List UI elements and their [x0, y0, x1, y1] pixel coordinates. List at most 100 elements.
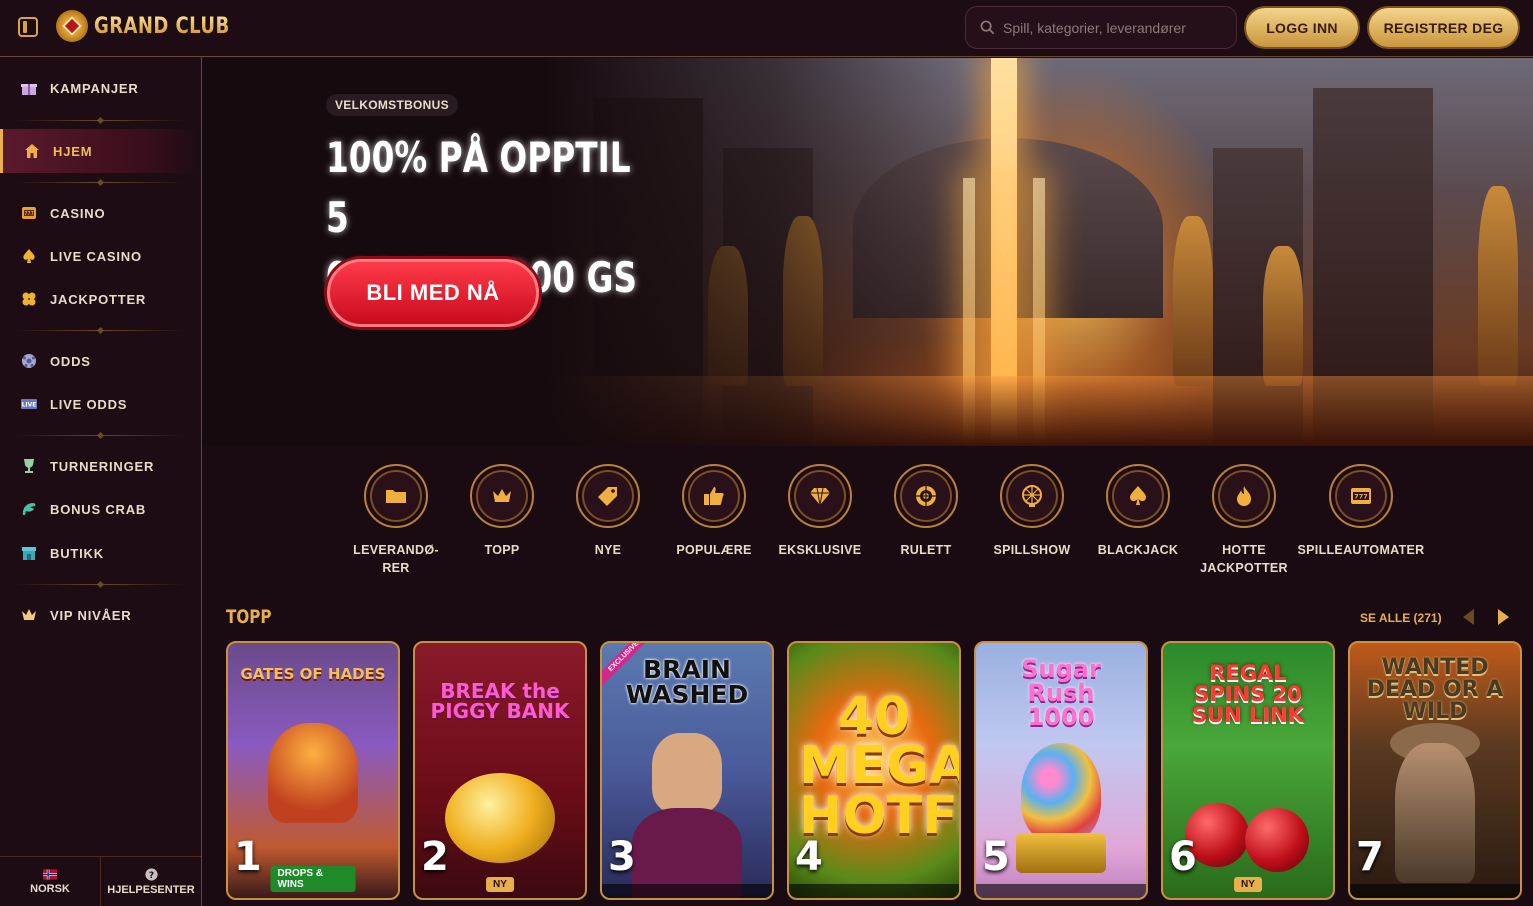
live-icon: LIVE — [20, 395, 38, 413]
category-hotte-jackpotter[interactable]: HOTTE JACKPOTTER — [1189, 464, 1299, 577]
category-label: SPILLSHOW — [993, 543, 1071, 557]
game-card[interactable]: REGAL SPINS 20 SUN LINK 6 NY — [1161, 641, 1335, 900]
divider — [16, 584, 184, 585]
category-label: POPULÆRE — [676, 543, 752, 557]
sidebar-item-vip-nivaer[interactable]: VIP NIVÅER — [0, 593, 200, 637]
sidebar-item-jackpotter[interactable]: JACKPOTTER — [0, 277, 200, 321]
sidebar-item-bonus-crab[interactable]: BONUS CRAB — [0, 487, 200, 531]
sidebar-item-label: JACKPOTTER — [50, 291, 147, 307]
game-badge: NY — [1234, 877, 1262, 892]
crown-icon — [20, 606, 38, 624]
search-box[interactable] — [965, 6, 1237, 49]
sidebar-toggle-icon[interactable] — [18, 17, 38, 37]
category-label: RULETT — [900, 543, 952, 557]
wheel-icon — [1000, 464, 1064, 528]
category-rulett[interactable]: RULETT — [871, 464, 981, 559]
game-art — [1016, 833, 1106, 873]
category-eksklusive[interactable]: EKSKLUSIVE — [765, 464, 875, 559]
svg-text:777: 777 — [24, 211, 34, 217]
sidebar-item-live-casino[interactable]: LIVE CASINO — [0, 234, 200, 278]
category-label: BLACKJACK — [1097, 543, 1179, 557]
game-card[interactable]: BREAK the PIGGY BANK 2 NY — [413, 641, 587, 900]
category-label-line: JACKPOTTER — [1200, 561, 1288, 575]
sidebar-item-label: LIVE CASINO — [50, 248, 142, 264]
hero-banner[interactable]: VELKOMSTBONUS 100% PÅ OPPTIL 5 000 KR + … — [203, 58, 1533, 446]
section-title: TOPP — [226, 606, 272, 628]
statue — [1478, 186, 1518, 386]
prev-arrow-icon[interactable] — [1463, 609, 1474, 625]
sidebar-item-hjem[interactable]: HJEM — [0, 129, 200, 173]
sidebar-item-label: CASINO — [50, 205, 106, 221]
crab-claw-icon — [20, 500, 38, 518]
register-button[interactable]: REGISTRER DEG — [1367, 6, 1520, 49]
category-spillshow[interactable]: SPILLSHOW — [977, 464, 1087, 559]
game-title: BREAK the PIGGY BANK — [430, 679, 570, 723]
game-art — [268, 723, 358, 823]
game-card[interactable]: 40 MEGA HOTFIRE 4 — [787, 641, 961, 900]
top-bar: GRAND CLUB LOGG INN REGISTRER DEG — [0, 0, 1533, 57]
game-art — [652, 733, 722, 813]
sidebar: KAMPANJER HJEM 777 CASINO LIVE CASINO JA… — [0, 57, 202, 906]
category-label: SPILLEAUTOMATER — [1297, 543, 1425, 557]
statue — [1173, 216, 1213, 386]
sidebar-item-label: VIP NIVÅER — [50, 607, 132, 623]
game-rank: 3 — [608, 834, 636, 880]
sidebar-item-label: HJEM — [53, 143, 93, 159]
shop-icon — [20, 544, 38, 562]
game-title: 40 MEGA HOTFIRE — [799, 687, 961, 846]
category-label: NYE — [594, 543, 622, 557]
trophy-icon — [20, 457, 38, 475]
next-arrow-icon[interactable] — [1498, 609, 1509, 625]
sidebar-footer: NORSK ? HJELPESENTER — [0, 856, 201, 906]
sidebar-item-live-odds[interactable]: LIVE LIVE ODDS — [0, 382, 200, 426]
card-footer — [976, 884, 1146, 898]
game-title: REGAL SPINS 20 SUN LINK — [1191, 661, 1305, 727]
game-title: WANTED DEAD OR A WILD — [1366, 655, 1504, 724]
game-card[interactable]: EXCLUSIVE BRAIN WASHED 3 — [600, 641, 774, 900]
brand-logo[interactable]: GRAND CLUB — [56, 10, 259, 42]
sidebar-item-butikk[interactable]: BUTIKK — [0, 531, 200, 575]
join-now-button[interactable]: BLI MED NÅ — [327, 259, 539, 327]
roulette-icon — [894, 464, 958, 528]
divider — [16, 435, 184, 436]
divider — [16, 182, 184, 183]
svg-text:777: 777 — [1354, 493, 1368, 501]
login-button[interactable]: LOGG INN — [1244, 6, 1360, 49]
game-rank: 4 — [795, 834, 823, 880]
help-center-link[interactable]: ? HJELPESENTER — [101, 857, 201, 906]
game-card[interactable]: Sugar Rush 1000 5 — [974, 641, 1148, 900]
search-input[interactable] — [1003, 19, 1223, 36]
category-nye[interactable]: NYE — [553, 464, 663, 559]
game-title: BRAIN WASHED — [625, 655, 749, 709]
divider — [16, 120, 184, 121]
clover-icon — [20, 290, 38, 308]
slot-777-icon: 777 — [20, 204, 38, 222]
slot-777-icon: 777 — [1329, 464, 1393, 528]
category-populaere[interactable]: POPULÆRE — [659, 464, 769, 559]
category-leverandorer[interactable]: LEVERANDØ- RER — [341, 464, 451, 577]
spade-icon — [1106, 464, 1170, 528]
see-all-link[interactable]: SE ALLE (271) — [1360, 611, 1442, 625]
sidebar-item-casino[interactable]: 777 CASINO — [0, 191, 200, 235]
game-card[interactable]: GATES OF HADES 1 DROPS & WINS — [226, 641, 400, 900]
divider — [16, 330, 184, 331]
category-label-line: LEVERANDØ- — [353, 543, 439, 557]
game-art — [445, 773, 555, 863]
game-art — [1021, 743, 1101, 843]
sidebar-item-turneringer[interactable]: TURNERINGER — [0, 444, 200, 488]
category-label: LEVERANDØ- RER — [353, 541, 439, 577]
category-spilleautomater[interactable]: 777 SPILLEAUTOMATER — [1296, 464, 1426, 559]
category-blackjack[interactable]: BLACKJACK — [1083, 464, 1193, 559]
sidebar-item-odds[interactable]: ODDS — [0, 339, 200, 383]
card-footer — [602, 884, 772, 898]
game-rank: 1 — [234, 834, 262, 880]
category-topp[interactable]: TOPP — [447, 464, 557, 559]
game-card[interactable]: WANTED DEAD OR A WILD 7 — [1348, 641, 1522, 900]
help-label: HJELPESENTER — [107, 883, 195, 896]
language-selector[interactable]: NORSK — [0, 857, 101, 906]
folder-icon — [364, 464, 428, 528]
sidebar-item-kampanjer[interactable]: KAMPANJER — [0, 66, 200, 110]
spade-icon — [20, 247, 38, 265]
card-footer — [1350, 884, 1520, 898]
brand-name: GRAND CLUB — [94, 13, 230, 39]
